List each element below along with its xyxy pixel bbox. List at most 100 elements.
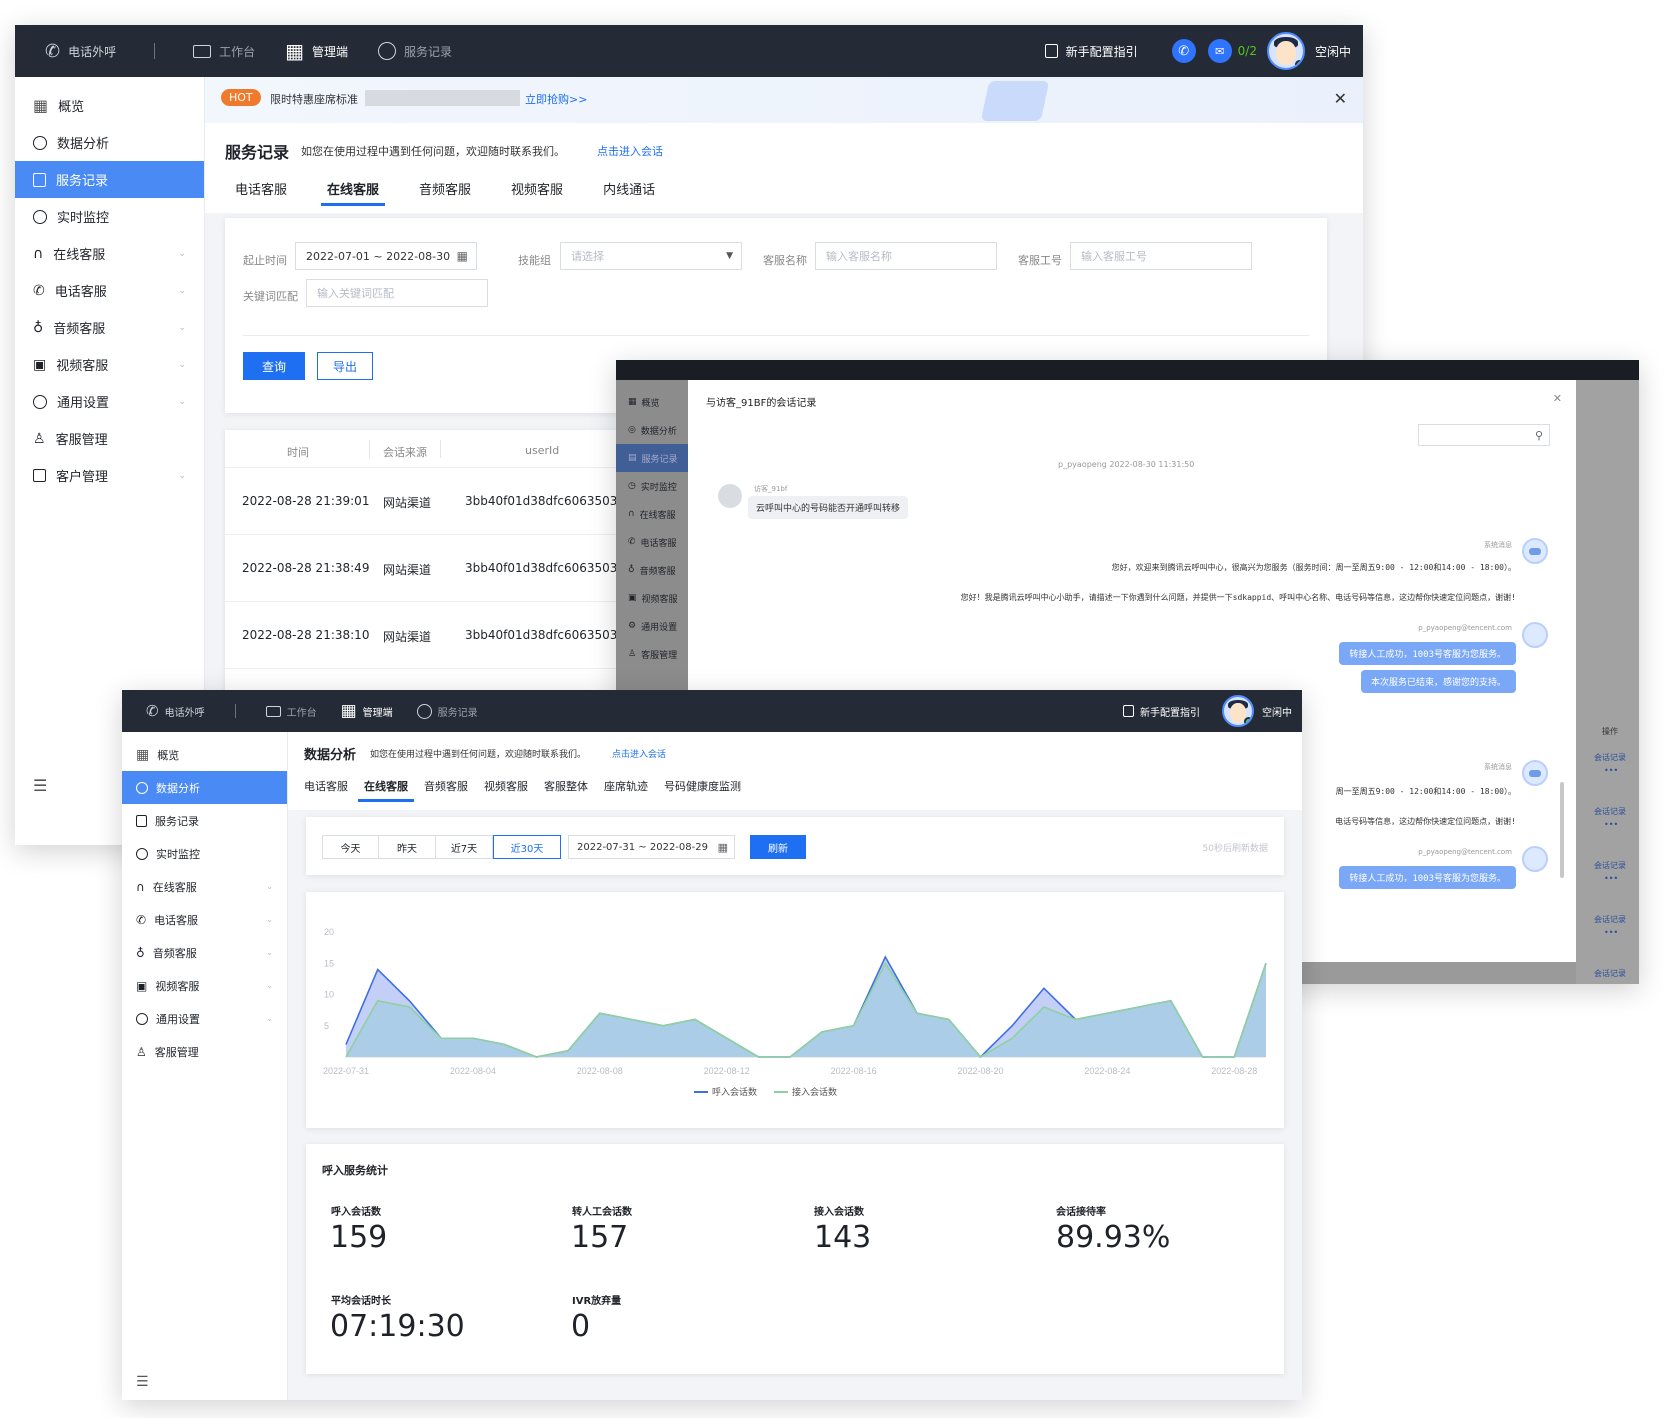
dim-sidebar-item: ♙ 客服管理 — [616, 640, 688, 668]
x-tick-label: 2022-07-31 — [323, 1066, 369, 1076]
chevron-down-icon: ⌄ — [266, 882, 273, 891]
sidebar-item-overview[interactable]: ▦ 概览 — [122, 738, 287, 771]
sidebar-item-video[interactable]: ▣ 视频客服 ⌄ — [122, 969, 287, 1002]
system-message: 您好，欢迎来到腾讯云呼叫中心，很高兴为您服务（服务时间：周一至周五9:00 - … — [1111, 563, 1516, 572]
agent-avatar — [1522, 846, 1548, 872]
export-button[interactable]: 导出 — [317, 352, 373, 380]
status-label[interactable]: 空闲中 — [1262, 704, 1292, 719]
range-card: 今天 昨天 近7天 近30天 2022-07-31 ~ 2022-08-29 ▦ … — [306, 817, 1284, 875]
sidebar-item-monitor[interactable]: 实时监控 — [15, 198, 204, 235]
tab-video[interactable]: 视频客服 — [484, 778, 528, 794]
more-icon[interactable]: ••• — [1604, 928, 1618, 937]
tab-audio[interactable]: 音频客服 — [424, 778, 468, 794]
more-icon[interactable]: ••• — [1604, 874, 1618, 883]
admin-button[interactable]: ▦ 管理端 — [341, 701, 393, 721]
sidebar-item-audio[interactable]: ♁ 音频客服 ⌄ — [122, 936, 287, 969]
sidebar-label: 服务记录 — [641, 454, 678, 465]
chat-link[interactable]: 点击进入会话 — [612, 747, 666, 760]
tab-overall[interactable]: 客服整体 — [544, 778, 588, 794]
sidebar-item-online[interactable]: ∩ 在线客服 ⌄ — [122, 870, 287, 903]
range-today[interactable]: 今天 — [322, 835, 379, 859]
call-out-button[interactable]: ✆ 电话外呼 — [146, 702, 205, 720]
close-icon[interactable]: ✕ — [1334, 89, 1347, 108]
sidebar-item-records[interactable]: 服务记录 — [15, 161, 204, 198]
sidebar-item-monitor[interactable]: 实时监控 — [122, 837, 287, 870]
chat-search-input[interactable]: ⚲ — [1418, 424, 1550, 446]
date-range-picker[interactable]: 2022-07-31 ~ 2022-08-29 ▦ — [568, 835, 735, 859]
scrollbar[interactable] — [1560, 782, 1564, 878]
sidebar-item-video[interactable]: ▣ 视频客服 ⌄ — [15, 346, 204, 383]
status-label[interactable]: 空闲中 — [1315, 43, 1351, 60]
avatar[interactable] — [1222, 695, 1254, 727]
sidebar-item-phone[interactable]: ✆ 电话客服 ⌄ — [122, 903, 287, 936]
sidebar-item-overview[interactable]: ▦ 概览 — [15, 87, 204, 124]
range-30days[interactable]: 近30天 — [493, 835, 561, 859]
workbench-button[interactable]: 工作台 — [193, 43, 255, 60]
session-link[interactable]: 会话记录 — [1594, 752, 1626, 763]
session-link[interactable]: 会话记录 — [1594, 968, 1626, 979]
tab-intercom[interactable]: 内线通话 — [603, 179, 655, 198]
session-link[interactable]: 会话记录 — [1594, 914, 1626, 925]
call-out-button[interactable]: ✆ 电话外呼 — [45, 41, 116, 62]
tab-agent-track[interactable]: 座席轨迹 — [604, 778, 648, 794]
records-button[interactable]: 服务记录 — [416, 703, 478, 719]
robot-avatar-icon — [1522, 760, 1548, 786]
stats-card: 呼入服务统计 呼入会话数 159 转人工会话数 157 接入会话数 143 会话… — [306, 1144, 1284, 1374]
admin-button[interactable]: ▦ 管理端 — [285, 39, 348, 63]
stat-transfer-label: 转人工会话数 — [572, 1207, 632, 1218]
sidebar-item-online[interactable]: ∩ 在线客服 ⌄ — [15, 235, 204, 272]
close-icon[interactable]: ✕ — [1553, 392, 1562, 405]
sidebar-item-agents[interactable]: ♙ 客服管理 — [15, 420, 204, 457]
collapse-icon[interactable]: ☰ — [33, 776, 47, 795]
guide-label: 新手配置指引 — [1065, 44, 1138, 59]
banner-link[interactable]: 立即抢购>> — [525, 91, 587, 107]
avatar[interactable] — [1266, 32, 1305, 70]
guide-button[interactable]: 新手配置指引 — [1123, 704, 1200, 719]
range-7days[interactable]: 近7天 — [436, 835, 493, 859]
records-button[interactable]: 服务记录 — [378, 42, 452, 60]
sidebar-label: 视频客服 — [56, 359, 109, 374]
tab-number-health[interactable]: 号码健康度监测 — [664, 778, 741, 794]
query-button[interactable]: 查询 — [243, 352, 305, 380]
x-tick-label: 2022-08-08 — [577, 1066, 623, 1076]
tab-audio[interactable]: 音频客服 — [419, 179, 471, 198]
workbench-button[interactable]: 工作台 — [265, 704, 317, 719]
guide-button[interactable]: 新手配置指引 — [1044, 43, 1138, 60]
sidebar-item-agents[interactable]: ♙ 客服管理 — [122, 1035, 287, 1068]
chat-link[interactable]: 点击进入会话 — [597, 143, 663, 159]
keyword-input[interactable]: 输入关键词匹配 — [306, 279, 488, 307]
tab-phone[interactable]: 电话客服 — [235, 179, 287, 198]
collapse-icon[interactable]: ☰ — [136, 1374, 149, 1390]
agent-id-input[interactable]: 输入客服工号 — [1070, 242, 1252, 270]
agent-avatar — [1522, 622, 1548, 648]
dim-sidebar-item: ▣ 视频客服 — [616, 584, 688, 612]
sidebar-item-phone[interactable]: ✆ 电话客服 ⌄ — [15, 272, 204, 309]
range-yesterday[interactable]: 昨天 — [379, 835, 436, 859]
session-link[interactable]: 会话记录 — [1594, 860, 1626, 871]
sidebar-item-analytics[interactable]: 数据分析 — [122, 771, 287, 804]
phone-icon: ✆ — [136, 912, 147, 927]
sidebar-item-audio[interactable]: ♁ 音频客服 ⌄ — [15, 309, 204, 346]
agent-name-input[interactable]: 输入客服名称 — [815, 242, 997, 270]
col-divider — [440, 440, 441, 458]
session-link[interactable]: 会话记录 — [1594, 806, 1626, 817]
skill-select[interactable]: 请选择 ▼ — [560, 242, 742, 270]
chat-status-icon[interactable]: ✉ — [1207, 39, 1232, 63]
date-range-picker[interactable]: 2022-07-01 ~ 2022-08-30 ▦ — [295, 242, 477, 270]
refresh-button[interactable]: 刷新 — [750, 835, 806, 859]
sidebar-item-customers[interactable]: 客户管理 ⌄ — [15, 457, 204, 494]
chevron-down-icon: ⌄ — [178, 248, 186, 259]
phone-status-icon[interactable]: ✆ — [1171, 39, 1196, 63]
tab-online[interactable]: 在线客服 — [321, 179, 386, 206]
more-icon[interactable]: ••• — [1604, 766, 1618, 775]
tab-online[interactable]: 在线客服 — [358, 778, 414, 802]
more-icon[interactable]: ••• — [1604, 820, 1618, 829]
sidebar-item-settings[interactable]: 通用设置 ⌄ — [15, 383, 204, 420]
sidebar-item-records[interactable]: 服务记录 — [122, 804, 287, 837]
sidebar-item-settings[interactable]: 通用设置 ⌄ — [122, 1002, 287, 1035]
tab-phone[interactable]: 电话客服 — [304, 778, 348, 794]
x-tick-label: 2022-08-24 — [1084, 1066, 1130, 1076]
sidebar-label: 概览 — [157, 748, 180, 762]
tab-video[interactable]: 视频客服 — [511, 179, 563, 198]
sidebar-item-analytics[interactable]: 数据分析 — [15, 124, 204, 161]
